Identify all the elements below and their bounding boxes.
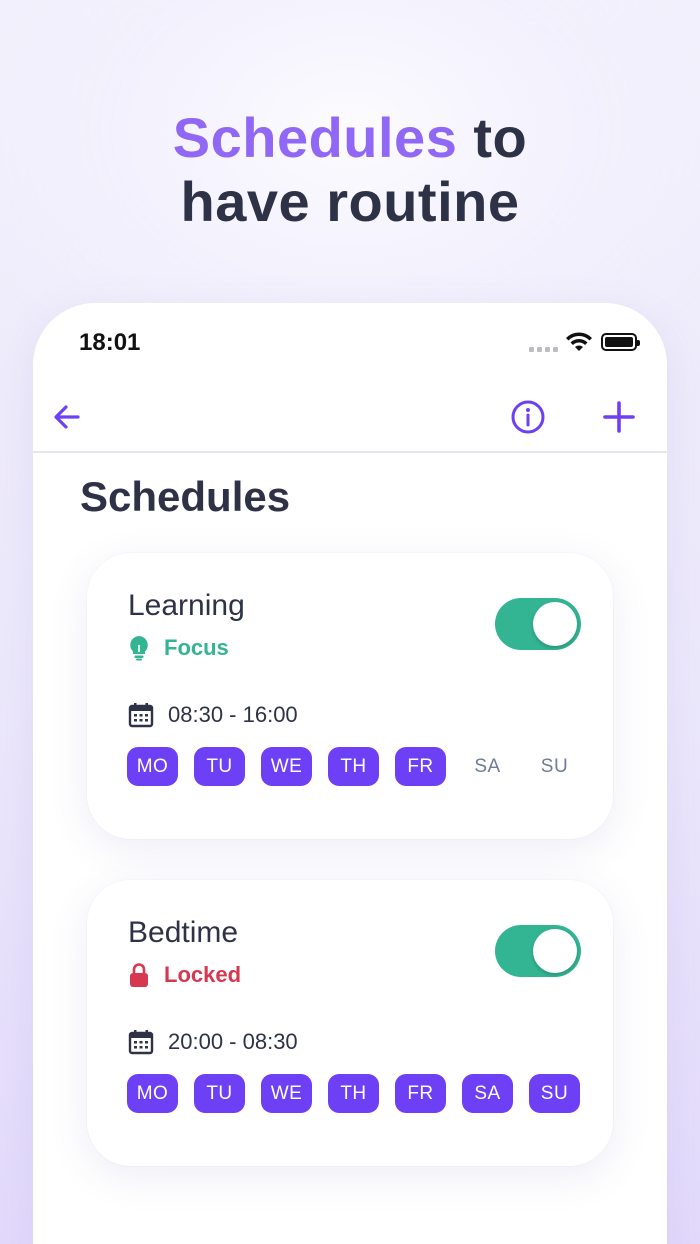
mode-label: Locked — [164, 962, 242, 987]
time-range: 08:30 - 16:00 — [168, 702, 298, 727]
schedule-title: Bedtime — [128, 916, 239, 949]
status-bar: 18:01 — [33, 303, 667, 383]
plus-icon — [603, 401, 635, 433]
battery-icon — [601, 333, 640, 351]
weekday-selector: MO TU WE TH FR SA SU — [127, 747, 580, 786]
marketing-headline: Schedules to have routine — [0, 106, 700, 234]
weekday-selector: MO TU WE TH FR SA SU — [127, 1074, 580, 1113]
headline-line-2: have routine — [180, 170, 520, 233]
headline-accent: Schedules — [172, 106, 458, 169]
time-range: 20:00 - 08:30 — [168, 1029, 298, 1054]
cellular-signal-icon — [529, 347, 558, 352]
arrow-left-icon — [54, 405, 80, 429]
day-chip-we[interactable]: WE — [261, 1074, 312, 1113]
day-chip-tu[interactable]: TU — [194, 747, 245, 786]
headline-line-1: Schedules to — [0, 106, 700, 170]
day-chip-th[interactable]: TH — [328, 747, 379, 786]
day-chip-su[interactable]: SU — [529, 1074, 580, 1113]
navigation-bar — [33, 383, 667, 453]
day-chip-mo[interactable]: MO — [127, 747, 178, 786]
schedule-toggle[interactable] — [495, 598, 581, 650]
day-chip-th[interactable]: TH — [328, 1074, 379, 1113]
wifi-icon — [566, 332, 592, 351]
schedule-mode: Focus — [128, 635, 229, 661]
phone-screen: 18:01 Schedules Learning Focus 08:30 - 1… — [33, 303, 667, 1244]
schedule-toggle[interactable] — [495, 925, 581, 977]
info-icon — [511, 400, 545, 434]
schedule-card[interactable]: Learning Focus 08:30 - 16:00 MO TU WE TH… — [87, 553, 613, 839]
add-schedule-button[interactable] — [597, 395, 641, 439]
lock-icon — [130, 963, 148, 987]
day-chip-mo[interactable]: MO — [127, 1074, 178, 1113]
day-chip-fr[interactable]: FR — [395, 747, 446, 786]
status-time: 18:01 — [79, 329, 141, 356]
day-chip-fr[interactable]: FR — [395, 1074, 446, 1113]
back-button[interactable] — [45, 395, 89, 439]
schedule-time: 08:30 - 16:00 — [128, 702, 298, 728]
schedule-mode: Locked — [128, 962, 241, 988]
calendar-icon — [128, 703, 154, 728]
day-chip-sa[interactable]: SA — [462, 747, 513, 786]
mode-label: Focus — [164, 635, 229, 660]
calendar-icon — [128, 1030, 154, 1055]
lightbulb-icon — [130, 636, 148, 661]
day-chip-tu[interactable]: TU — [194, 1074, 245, 1113]
day-chip-we[interactable]: WE — [261, 747, 312, 786]
headline-rest: to — [457, 106, 528, 169]
schedule-card[interactable]: Bedtime Locked 20:00 - 08:30 MO TU WE TH… — [87, 880, 613, 1166]
day-chip-su[interactable]: SU — [529, 747, 580, 786]
schedule-title: Learning — [128, 589, 245, 622]
page-title: Schedules — [80, 473, 291, 520]
day-chip-sa[interactable]: SA — [462, 1074, 513, 1113]
info-button[interactable] — [506, 395, 550, 439]
schedule-time: 20:00 - 08:30 — [128, 1029, 298, 1055]
